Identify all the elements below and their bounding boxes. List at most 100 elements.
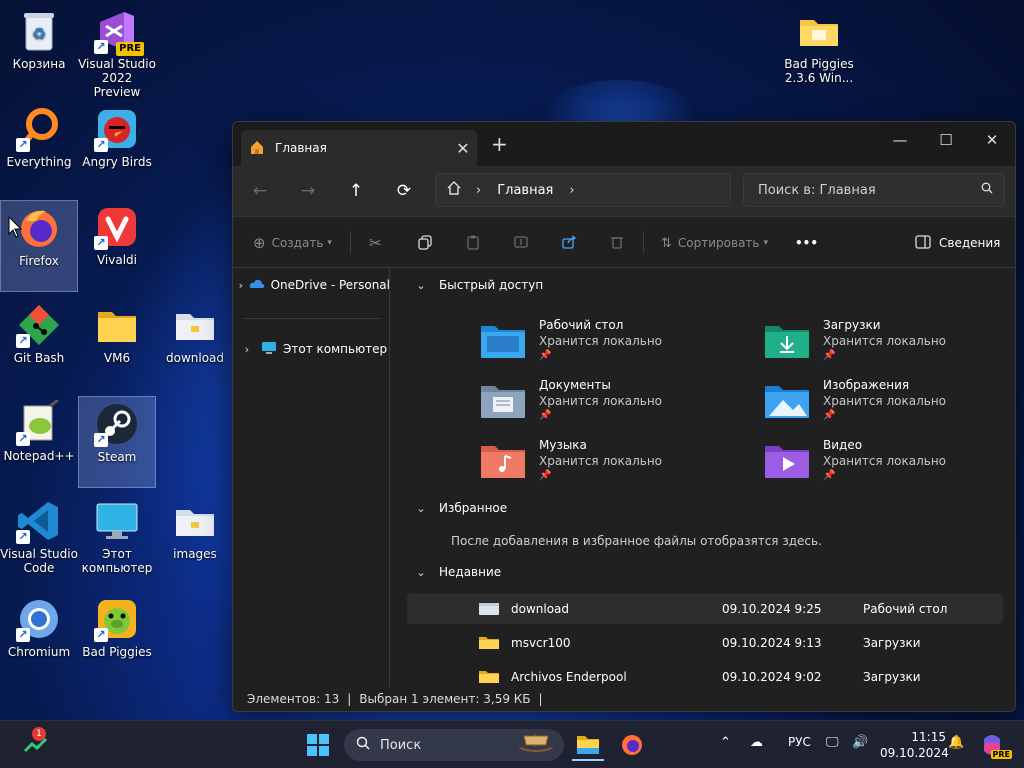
network-icon[interactable]: 🖵 xyxy=(826,735,839,750)
notifications-bell-icon[interactable]: 🔔 xyxy=(948,735,964,750)
shortcut-arrow-icon: ↗ xyxy=(94,138,108,152)
clock-date: 09.10.2024 xyxy=(880,746,949,760)
desktop-icon-download[interactable]: download xyxy=(156,298,234,390)
address-bar[interactable]: › Главная › xyxy=(435,173,731,207)
refresh-button[interactable]: ⟳ xyxy=(391,178,417,204)
desktop-icon-git-bash[interactable]: ↗ Git Bash xyxy=(0,298,78,390)
search-box[interactable]: Поиск в: Главная xyxy=(743,173,1005,207)
pin-icon: 📌 xyxy=(823,410,836,421)
sort-button[interactable]: ⇅ Сортировать ▾ xyxy=(661,231,768,255)
taskbar-firefox[interactable] xyxy=(616,729,648,761)
desktop-icon-recycle-bin[interactable]: ♻ Корзина xyxy=(0,4,78,96)
desktop-icon-everything[interactable]: ↗ Everything xyxy=(0,102,78,194)
quick-access-pictures[interactable]: Изображения Хранится локально 📌 xyxy=(765,378,1005,434)
desktop-icon-angry-birds[interactable]: ↗ Angry Birds xyxy=(78,102,156,194)
forward-button[interactable]: → xyxy=(295,178,321,204)
breadcrumb-home[interactable]: Главная xyxy=(497,183,553,198)
cloud-icon[interactable]: ☁ xyxy=(750,735,763,750)
desktop-icon-vscode[interactable]: ↗ Visual Studio Code xyxy=(0,494,78,586)
recent-location: Рабочий стол xyxy=(863,602,948,616)
favorites-empty-hint: После добавления в избранное файлы отобр… xyxy=(451,534,822,548)
desktop-icon-bad-piggies[interactable]: ↗ Bad Piggies xyxy=(78,592,156,684)
svg-text:♻: ♻ xyxy=(32,24,46,43)
tab-home[interactable]: Главная ✕ xyxy=(241,130,477,166)
section-favorites[interactable]: ⌄ Избранное xyxy=(411,501,507,515)
more-options-button[interactable]: ••• xyxy=(795,231,818,255)
quick-access-desktop[interactable]: Рабочий стол Хранится локально 📌 xyxy=(481,318,721,374)
desktop-icon-chromium[interactable]: ↗ Chromium xyxy=(0,592,78,684)
desktop-icon-images[interactable]: images xyxy=(156,494,234,586)
taskbar-file-explorer[interactable] xyxy=(572,729,604,761)
git-bash-icon: ↗ xyxy=(16,302,62,348)
new-tab-button[interactable]: + xyxy=(491,132,508,156)
recent-row[interactable]: msvcr100 09.10.2024 9:13 Загрузки xyxy=(407,628,1003,658)
share-button[interactable] xyxy=(561,231,577,255)
shortcut-arrow-icon: ↗ xyxy=(16,432,30,446)
windows-logo-icon xyxy=(307,734,329,756)
close-tab-icon[interactable]: ✕ xyxy=(449,139,477,158)
up-button[interactable]: ↑ xyxy=(343,178,369,204)
clock[interactable]: 11:15 09.10.2024 xyxy=(880,729,949,761)
rename-button[interactable] xyxy=(513,231,529,255)
maximize-button[interactable]: ☐ xyxy=(923,126,969,154)
quick-access-music[interactable]: Музыка Хранится локально 📌 xyxy=(481,438,721,494)
desktop-icon-visual-studio-preview[interactable]: PRE ↗ Visual Studio 2022 Preview xyxy=(78,4,156,99)
folder-status: Хранится локально xyxy=(823,454,946,468)
selection-info: Выбран 1 элемент: 3,59 КБ xyxy=(359,692,531,706)
desktop-icon-bad-piggies-folder[interactable]: Bad Piggies 2.3.6 Win... xyxy=(780,4,858,96)
desktop-icon-steam[interactable]: ↗ Steam xyxy=(78,396,156,488)
desktop-icon-vivaldi[interactable]: ↗ Vivaldi xyxy=(78,200,156,292)
stocks-widget-icon[interactable]: 1 xyxy=(20,727,52,761)
nav-item-onedrive[interactable]: › OneDrive - Personal xyxy=(233,272,390,298)
details-pane-button[interactable]: Сведения xyxy=(915,231,1000,255)
volume-icon[interactable]: 🔊 xyxy=(852,735,868,750)
section-recent[interactable]: ⌄ Недавние xyxy=(411,565,501,579)
close-window-button[interactable]: ✕ xyxy=(969,126,1015,154)
folder-status: Хранится локально xyxy=(539,334,662,348)
quick-access-documents[interactable]: Документы Хранится локально 📌 xyxy=(481,378,721,434)
nav-item-this-pc[interactable]: › Этот компьютер xyxy=(233,336,390,362)
firefox-icon xyxy=(622,735,642,755)
quick-access-videos[interactable]: Видео Хранится локально 📌 xyxy=(765,438,1005,494)
chevron-down-icon[interactable]: ⌄ xyxy=(411,279,431,292)
chevron-down-icon: ▾ xyxy=(763,238,769,248)
details-label: Сведения xyxy=(939,236,1001,250)
copy-button[interactable] xyxy=(417,231,433,255)
chevron-down-icon[interactable]: ⌄ xyxy=(411,502,431,515)
show-hidden-icons-button[interactable]: ⌃ xyxy=(720,735,731,750)
chevron-right-icon[interactable]: › xyxy=(233,343,261,356)
pre-badge: PRE xyxy=(990,750,1012,759)
section-quick-access[interactable]: ⌄ Быстрый доступ xyxy=(411,278,543,292)
chevron-down-icon[interactable]: ⌄ xyxy=(411,566,431,579)
desktop-icon-this-pc[interactable]: Этот компьютер xyxy=(78,494,156,586)
folder-name: Рабочий стол xyxy=(539,318,624,332)
desktop-icon-firefox[interactable]: Firefox xyxy=(0,200,78,292)
folder-icon xyxy=(479,637,499,649)
folder-icon xyxy=(172,302,218,348)
notification-badge: 1 xyxy=(32,727,46,741)
cut-button[interactable]: ✂ xyxy=(369,231,382,255)
quick-access-downloads[interactable]: Загрузки Хранится локально 📌 xyxy=(765,318,1005,374)
shortcut-arrow-icon: ↗ xyxy=(94,433,108,447)
desktop-icon-vm6[interactable]: VM6 xyxy=(78,298,156,390)
chevron-right-icon[interactable]: › xyxy=(569,183,574,198)
recent-row[interactable]: download 09.10.2024 9:25 Рабочий стол xyxy=(407,594,1003,624)
paste-button[interactable] xyxy=(465,231,481,255)
start-button[interactable] xyxy=(302,729,334,761)
minimize-button[interactable]: — xyxy=(877,126,923,154)
title-bar: Главная ✕ + — ☐ ✕ xyxy=(233,122,1015,166)
delete-button[interactable] xyxy=(609,231,625,255)
taskbar-search[interactable]: Поиск xyxy=(344,729,564,761)
back-button[interactable]: ← xyxy=(247,178,273,204)
monitor-icon xyxy=(94,498,140,544)
recent-date: 09.10.2024 9:13 xyxy=(722,636,822,650)
input-language[interactable]: РУС xyxy=(788,735,811,749)
navigation-bar: ← → ↑ ⟳ › Главная › Поиск в: Главная xyxy=(233,166,1015,216)
desktop-icon-label: Bad Piggies 2.3.6 Win... xyxy=(784,57,854,85)
chevron-right-icon: › xyxy=(476,182,482,198)
create-button[interactable]: ⊕ Создать ▾ xyxy=(253,231,332,255)
desktop-icon-notepad-plus-plus[interactable]: ↗ Notepad++ xyxy=(0,396,78,488)
chevron-right-icon[interactable]: › xyxy=(233,279,249,292)
desktop-icon-label: Git Bash xyxy=(13,351,65,365)
copilot-button[interactable]: PRE xyxy=(976,729,1012,761)
